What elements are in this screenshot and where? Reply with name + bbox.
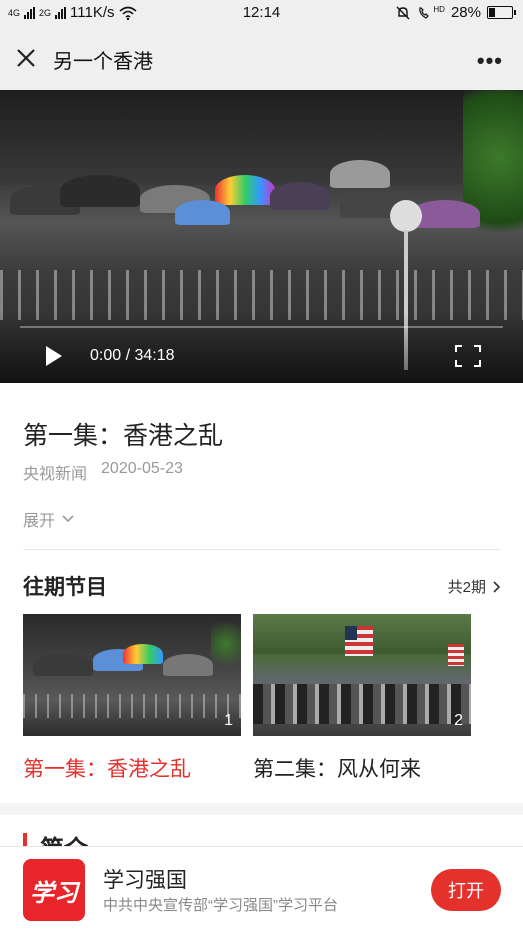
- expand-button[interactable]: 展开: [23, 507, 75, 531]
- episode-date: 2020-05-23: [101, 460, 183, 477]
- past-episodes-title: 往期节目: [23, 576, 107, 599]
- status-right: HD 28%: [395, 4, 516, 21]
- episode-number: 2: [454, 712, 463, 729]
- episode-thumbnail-2[interactable]: 2: [253, 614, 471, 736]
- episode-thumbnail-1[interactable]: 1: [23, 614, 241, 736]
- nav-bar: 另一个香港 •••: [0, 28, 523, 90]
- battery-percent: 28%: [450, 4, 481, 21]
- past-count-label: 共2期: [447, 579, 486, 596]
- section-separator: [0, 803, 523, 815]
- episode-title: 第一集：香港之乱: [23, 422, 224, 450]
- page-title: 另一个香港: [53, 51, 153, 73]
- video-frame-background: [0, 90, 523, 185]
- play-icon[interactable]: [46, 346, 62, 366]
- chevron-down-icon: [62, 515, 74, 523]
- status-bar: 4G 2G 111K/s 12:14 HD 28%: [0, 0, 523, 28]
- video-progress-bar[interactable]: [20, 326, 503, 328]
- episode-link-2[interactable]: 第二集：风从何来: [253, 753, 421, 783]
- open-app-button[interactable]: 打开: [431, 869, 501, 911]
- video-time: 0:00 / 34:18: [90, 347, 175, 364]
- app-logo: 学习: [23, 859, 85, 921]
- expand-label: 展开: [23, 513, 56, 530]
- more-dots-icon[interactable]: •••: [477, 48, 503, 74]
- video-player[interactable]: 0:00 / 34:18: [0, 90, 523, 383]
- mute-bell-icon: [396, 6, 410, 19]
- episode-number: 1: [224, 712, 233, 729]
- app-description: 中共中央宣传部“学习强国”学习平台: [103, 897, 338, 914]
- app-name: 学习强国: [103, 869, 187, 892]
- content-panel: 第一集：香港之乱 央视新闻 2020-05-23 展开 往期节目 共2期 1 2…: [0, 383, 523, 803]
- episode-link-1[interactable]: 第一集：香港之乱: [23, 753, 191, 783]
- close-icon[interactable]: [14, 46, 40, 72]
- hd-label: HD: [433, 5, 445, 14]
- past-episodes-count[interactable]: 共2期: [448, 576, 501, 597]
- divider: [23, 549, 501, 550]
- fullscreen-icon[interactable]: [455, 345, 481, 367]
- video-frame-tree: [463, 90, 523, 260]
- episode-source: 央视新闻: [23, 466, 88, 483]
- episode-meta: 央视新闻 2020-05-23: [23, 460, 183, 484]
- video-controls-shade: [0, 313, 523, 383]
- hd-call-icon: [419, 6, 430, 19]
- battery-icon: [487, 6, 516, 19]
- chevron-right-icon: [493, 580, 501, 593]
- app-banner[interactable]: 学习 学习强国 中共中央宣传部“学习强国”学习平台 打开: [0, 846, 523, 930]
